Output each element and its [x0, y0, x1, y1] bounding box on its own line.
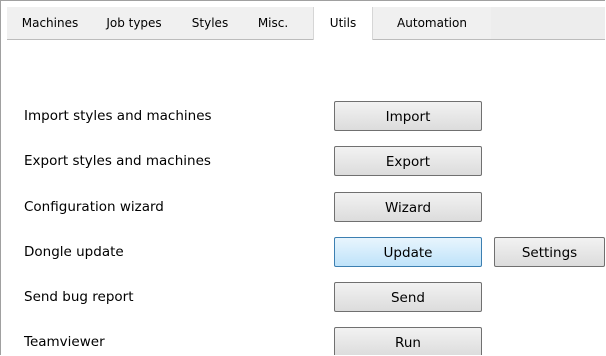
wizard-button[interactable]: Wizard: [334, 192, 482, 222]
tab-utils[interactable]: Utils: [313, 7, 373, 40]
utils-window: Machines Job types Styles Misc. Utils Au…: [0, 0, 605, 355]
configuration-wizard-label: Configuration wizard: [24, 199, 164, 215]
export-button[interactable]: Export: [334, 146, 482, 176]
tab-automation[interactable]: Automation: [373, 7, 491, 39]
run-button[interactable]: Run: [334, 327, 482, 355]
import-label: Import styles and machines: [24, 108, 212, 124]
tab-styles[interactable]: Styles: [177, 7, 243, 39]
tab-misc[interactable]: Misc.: [243, 7, 303, 39]
settings-button[interactable]: Settings: [494, 237, 605, 267]
tab-machines[interactable]: Machines: [9, 7, 91, 39]
dongle-update-label: Dongle update: [24, 244, 124, 260]
import-button[interactable]: Import: [334, 101, 482, 131]
send-button[interactable]: Send: [334, 282, 482, 312]
tab-job-types[interactable]: Job types: [91, 7, 177, 39]
tab-bar-empty-area: [491, 7, 605, 39]
export-label: Export styles and machines: [24, 153, 211, 169]
teamviewer-label: Teamviewer: [24, 334, 105, 350]
update-button[interactable]: Update: [334, 237, 482, 267]
send-bug-report-label: Send bug report: [24, 289, 134, 305]
tab-bar: Machines Job types Styles Misc. Utils Au…: [7, 7, 605, 40]
